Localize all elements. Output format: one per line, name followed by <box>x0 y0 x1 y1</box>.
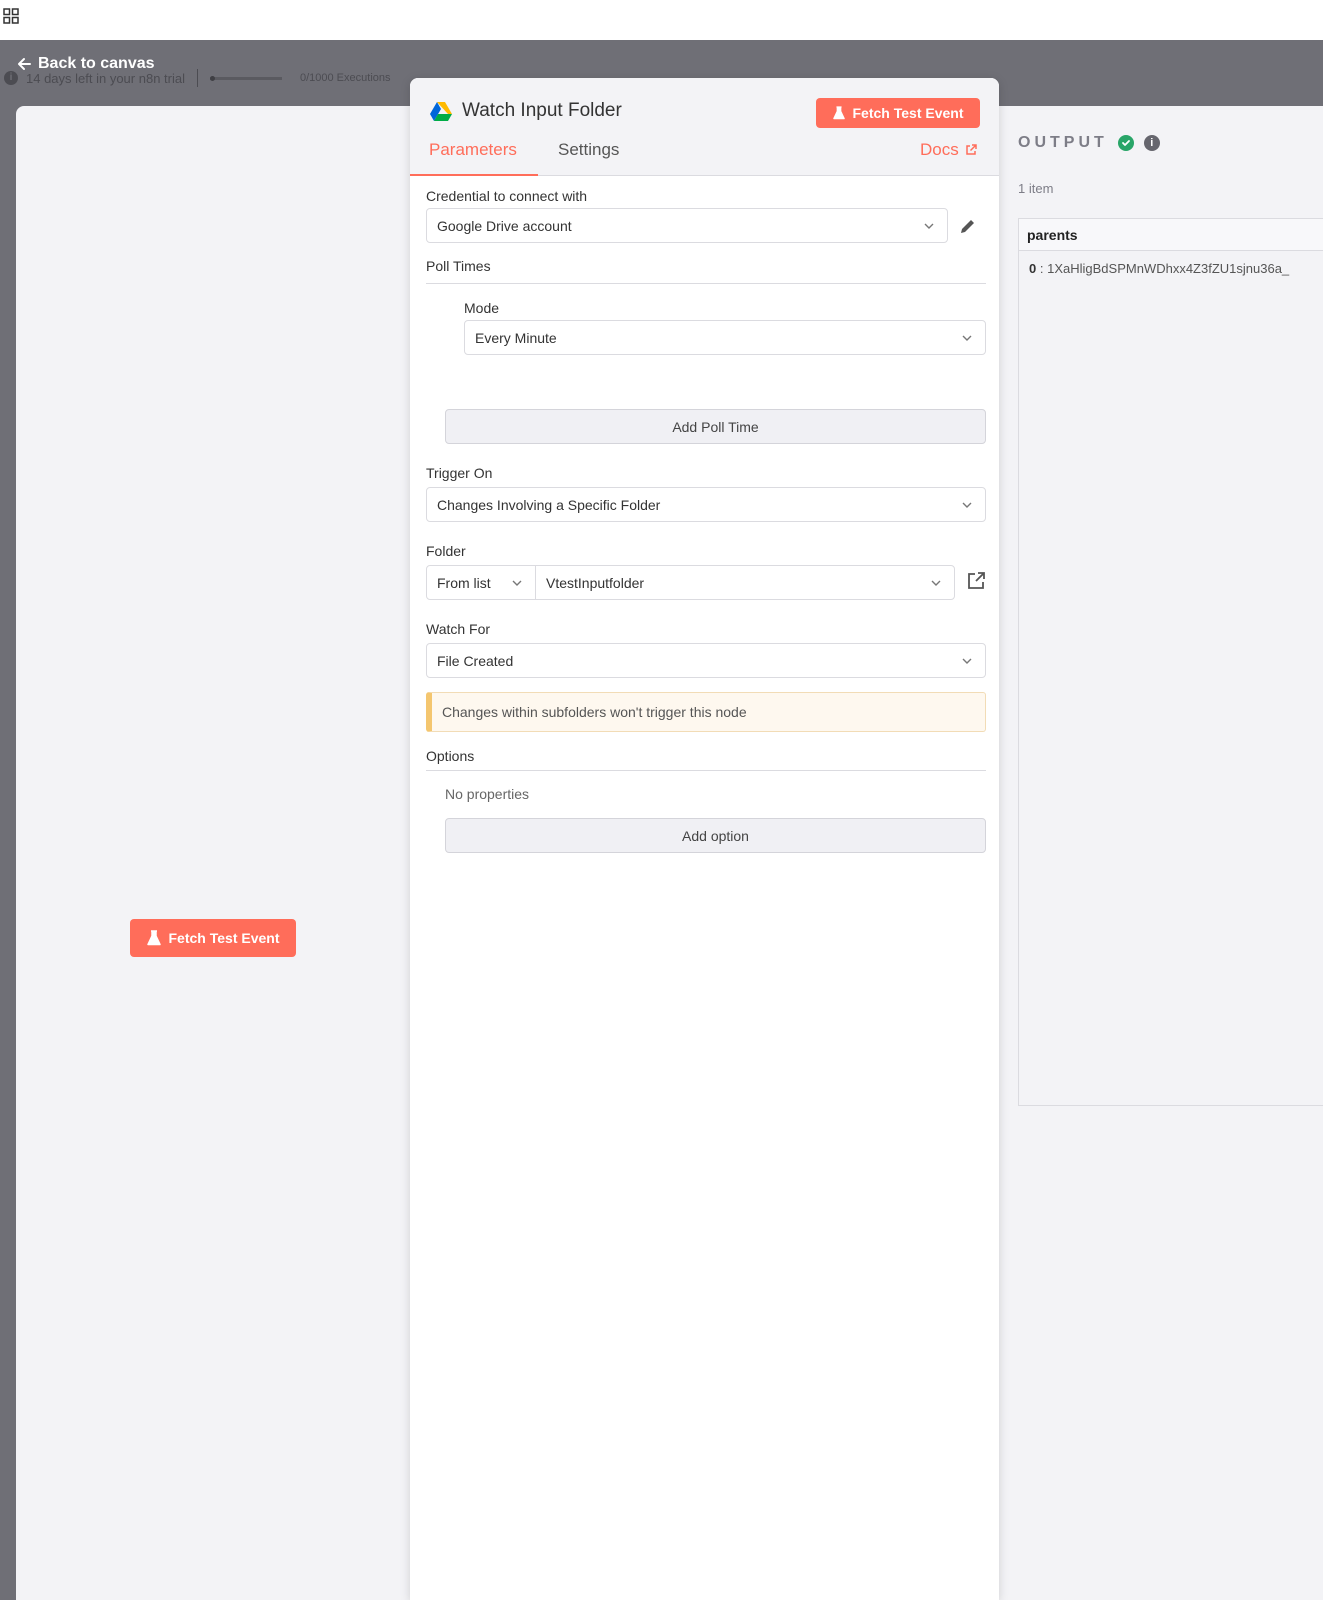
input-fetch-label: Fetch Test Event <box>168 930 280 946</box>
executions-text: 0/1000 Executions <box>299 72 391 84</box>
add-poll-time-button[interactable]: Add Poll Time <box>445 409 986 444</box>
node-title[interactable]: Watch Input Folder <box>462 100 622 122</box>
back-to-canvas-link[interactable]: Back to canvas <box>16 55 155 73</box>
docs-label: Docs <box>920 140 959 159</box>
subfolder-notice: Changes within subfolders won't trigger … <box>426 692 986 732</box>
folder-label: Folder <box>426 543 466 559</box>
output-info-icon[interactable]: i <box>1143 135 1160 151</box>
open-external-icon[interactable] <box>966 571 986 591</box>
no-properties-text: No properties <box>445 786 530 802</box>
mode-select[interactable]: Every Minute <box>464 320 986 355</box>
watch-for-value: File Created <box>437 652 514 669</box>
add-option-button[interactable]: Add option <box>445 818 986 853</box>
back-to-canvas-label: Back to canvas <box>38 55 155 72</box>
grid-icon[interactable] <box>3 8 19 24</box>
flask-icon <box>146 930 161 946</box>
mode-label: Mode <box>464 300 500 316</box>
fetch-test-event-label: Fetch Test Event <box>852 105 964 121</box>
output-panel: OUTPUT i 1 item parents 0 : 1XaHligBdSPM… <box>978 106 1323 1600</box>
top-bar <box>0 0 1323 40</box>
watch-for-select[interactable]: File Created <box>426 643 986 678</box>
credential-label: Credential to connect with <box>426 188 588 204</box>
trigger-on-label: Trigger On <box>426 465 493 481</box>
table-column-header: parents <box>1019 219 1323 251</box>
output-table: parents 0 : 1XaHligBdSPMnWDhxx4Z3fZU1sjn… <box>1018 218 1323 1106</box>
credential-value: Google Drive account <box>437 217 572 234</box>
trigger-on-select[interactable]: Changes Involving a Specific Folder <box>426 487 986 522</box>
chevron-down-icon <box>924 223 934 229</box>
input-panel <box>16 106 436 1600</box>
watch-for-label: Watch For <box>426 621 491 637</box>
arrow-left-icon <box>18 58 31 70</box>
external-link-icon <box>965 144 977 155</box>
chevron-down-icon <box>962 335 972 341</box>
input-fetch-test-event-button[interactable]: Fetch Test Event <box>130 919 296 957</box>
output-title: OUTPUT <box>1018 134 1108 151</box>
tab-settings[interactable]: Settings <box>558 140 619 160</box>
chevron-down-icon <box>962 502 972 508</box>
chevron-down-icon <box>931 580 941 586</box>
row-index: 0 <box>1029 261 1037 276</box>
notice-text: Changes within subfolders won't trigger … <box>442 704 747 720</box>
node-header: Watch Input Folder Fetch Test Event Para… <box>410 78 999 176</box>
chevron-down-icon <box>962 658 972 664</box>
folder-select[interactable]: VtestInputfolder <box>535 565 955 600</box>
folder-source-select[interactable]: From list <box>426 565 536 600</box>
trigger-on-value: Changes Involving a Specific Folder <box>437 496 661 513</box>
fetch-test-event-button[interactable]: Fetch Test Event <box>816 98 980 128</box>
google-drive-icon <box>430 102 452 121</box>
row-separator: : <box>1039 261 1044 276</box>
tab-parameters[interactable]: Parameters <box>429 140 517 160</box>
divider <box>426 283 986 284</box>
docs-link[interactable]: Docs <box>920 140 977 160</box>
table-row: 0 : 1XaHligBdSPMnWDhxx4Z3fZU1sjnu36a_ <box>1019 251 1323 276</box>
active-tab-indicator <box>410 174 538 176</box>
chevron-down-icon <box>512 580 522 586</box>
node-settings-modal: Watch Input Folder Fetch Test Event Para… <box>410 78 999 1600</box>
credential-select[interactable]: Google Drive account <box>426 208 948 243</box>
flask-icon <box>832 106 845 120</box>
divider <box>196 69 198 87</box>
info-icon: i <box>4 71 18 85</box>
node-title-group: Watch Input Folder <box>430 100 622 122</box>
success-check-icon <box>1117 135 1134 151</box>
poll-times-label: Poll Times <box>426 258 491 274</box>
row-value: 1XaHligBdSPMnWDhxx4Z3fZU1sjnu36a_ <box>1047 261 1290 276</box>
folder-value: VtestInputfolder <box>546 574 645 591</box>
executions-progress <box>209 75 282 81</box>
folder-source-value: From list <box>437 574 491 591</box>
divider <box>426 770 986 771</box>
pencil-icon[interactable] <box>958 216 978 236</box>
output-item-count: 1 item <box>1018 181 1054 196</box>
mode-value: Every Minute <box>475 329 557 346</box>
output-header: OUTPUT i <box>1018 134 1160 152</box>
options-label: Options <box>426 748 475 764</box>
